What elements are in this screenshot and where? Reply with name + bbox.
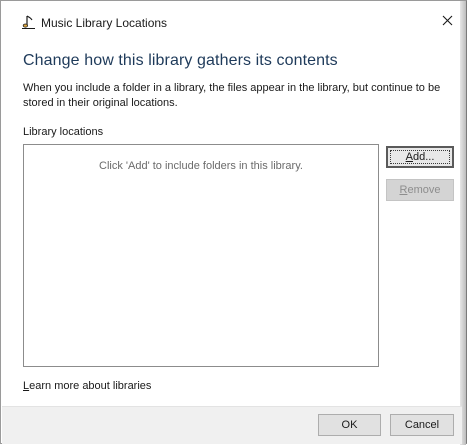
window-title: Music Library Locations [41,16,168,30]
empty-list-hint: Click 'Add' to include folders in this l… [99,160,303,172]
music-note-icon [21,14,37,30]
ok-button[interactable]: OK [318,414,381,436]
close-button[interactable] [433,9,461,35]
title-bar: Music Library Locations [1,1,462,41]
add-button[interactable]: Add... [386,146,454,168]
description-text: When you include a folder in a library, … [23,82,441,109]
window-edge [460,1,466,445]
remove-button-label: Remove [399,184,441,196]
page-heading: Change how this library gathers its cont… [23,52,338,69]
library-locations-list[interactable]: Click 'Add' to include folders in this l… [23,144,379,367]
learn-more-link[interactable]: Learn more about libraries [23,380,151,392]
dialog-window: Music Library Locations Change how this … [0,0,467,445]
library-locations-label: Library locations [23,126,104,138]
remove-button[interactable]: Remove [386,179,454,201]
add-button-label: Add... [390,150,450,164]
close-icon [442,13,453,31]
cancel-button[interactable]: Cancel [390,414,454,436]
